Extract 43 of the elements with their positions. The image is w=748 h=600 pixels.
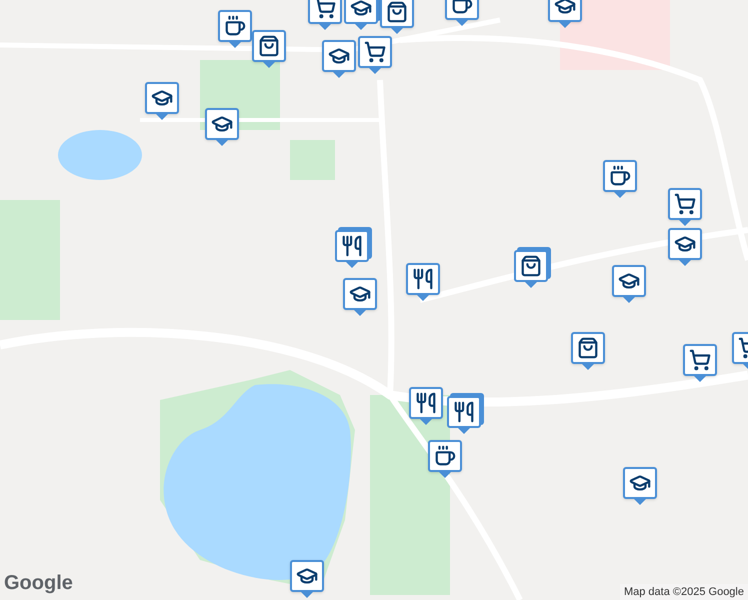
map-marker[interactable] [548,0,582,28]
shopping-cart-icon [674,193,696,215]
map-view[interactable]: Google Map data ©2025 Google [0,0,748,600]
map-marker[interactable] [290,560,324,598]
shopping-cart-icon [364,41,386,63]
fork-knife-icon [453,401,475,423]
map-marker[interactable] [514,250,548,288]
shopping-bag-icon [258,35,280,57]
map-marker[interactable] [623,467,657,505]
map-marker[interactable] [322,40,356,78]
fork-knife-icon [415,392,437,414]
shopping-bag-icon [386,1,408,23]
fork-knife-icon [341,235,363,257]
shopping-bag-icon [577,337,599,359]
map-marker[interactable] [358,36,392,74]
map-marker[interactable] [571,332,605,370]
fork-knife-icon [412,268,434,290]
map-marker[interactable] [205,108,239,146]
shopping-cart-icon [689,349,711,371]
map-marker[interactable] [668,228,702,266]
map-marker[interactable] [335,230,369,268]
map-marker[interactable] [218,10,252,48]
map-marker[interactable] [428,440,462,478]
shopping-cart-icon [314,0,336,19]
map-marker[interactable] [612,265,646,303]
map-marker[interactable] [406,263,440,301]
map-marker[interactable] [603,160,637,198]
map-marker[interactable] [380,0,414,34]
map-marker[interactable] [308,0,342,30]
map-marker[interactable] [252,30,286,68]
google-logo: Google [4,571,73,596]
map-marker[interactable] [668,188,702,226]
shopping-bag-icon [520,255,542,277]
coffee-cup-icon [224,15,246,37]
map-attribution[interactable]: Map data ©2025 Google [620,584,748,600]
map-marker[interactable] [343,278,377,316]
map-marker[interactable] [683,344,717,382]
coffee-cup-icon [434,445,456,467]
coffee-cup-icon [609,165,631,187]
map-marker[interactable] [145,82,179,120]
map-marker[interactable] [447,396,481,434]
map-marker[interactable] [409,387,443,425]
map-marker[interactable] [344,0,378,30]
